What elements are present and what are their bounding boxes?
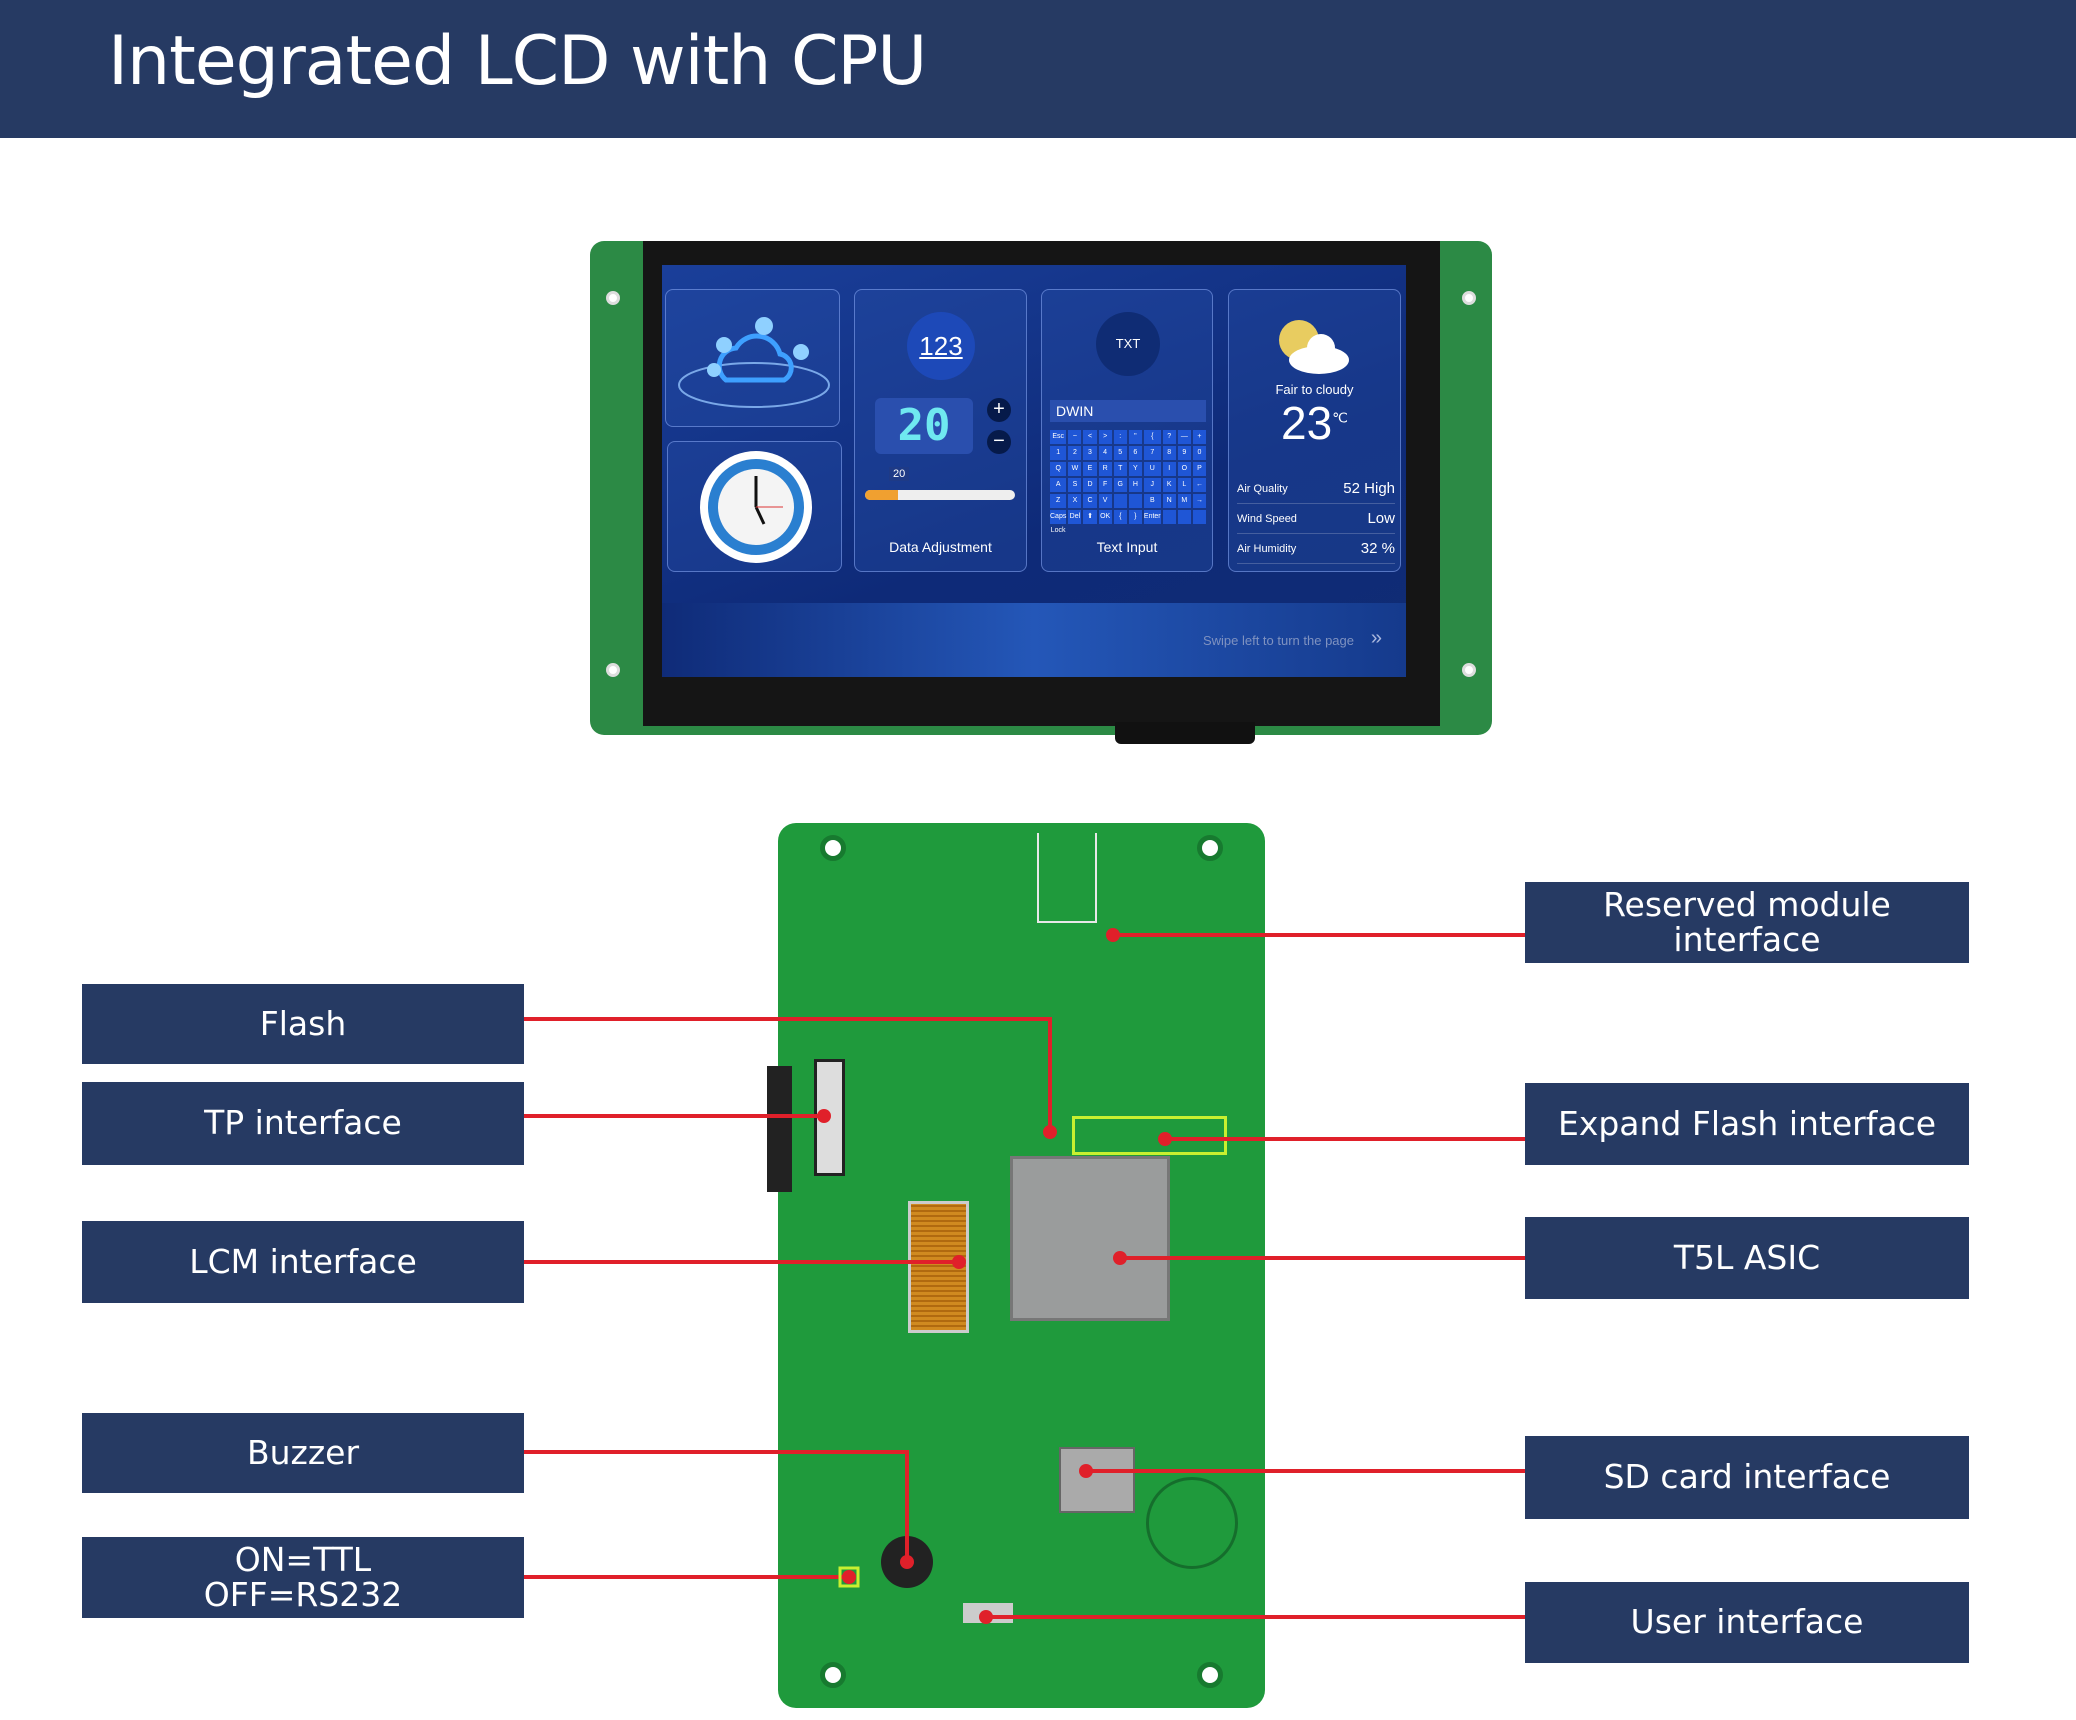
label-lcm-interface: LCM interface [82,1221,524,1303]
label-buzzer: Buzzer [82,1413,524,1493]
label-sd-card: SD card interface [1525,1436,1969,1519]
label-flash: Flash [82,984,524,1064]
label-expand-flash: Expand Flash interface [1525,1083,1969,1165]
label-user-interface: User interface [1525,1582,1969,1663]
label-ttl-rs232: ON=TTL OFF=RS232 [82,1537,524,1618]
label-tp-interface: TP interface [82,1082,524,1165]
label-reserved-module: Reserved module interface [1525,882,1969,963]
leader-buzzer [524,1450,909,1562]
label-t5l-asic: T5L ASIC [1525,1217,1969,1299]
